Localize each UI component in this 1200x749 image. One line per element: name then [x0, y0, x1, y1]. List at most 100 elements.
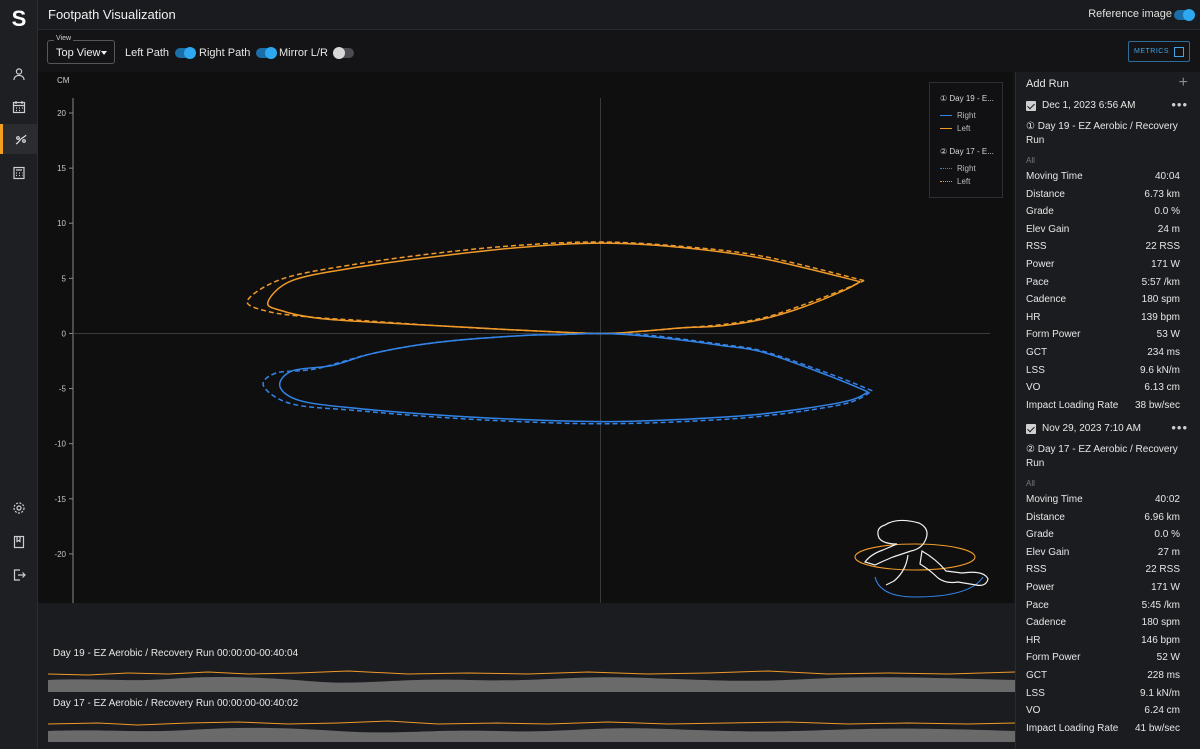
metric-row: Impact Loading Rate 41 bw/sec	[1026, 723, 1180, 740]
run-strip-1[interactable]	[48, 666, 1015, 692]
metric-label: GCT	[1026, 347, 1048, 358]
metric-value: 228 ms	[1147, 670, 1180, 681]
metric-value: 146 bpm	[1141, 634, 1180, 646]
metric-row: RSS 22 RSS	[1026, 564, 1180, 581]
chevron-down-icon	[101, 51, 107, 55]
view-select[interactable]: View Top View	[47, 35, 115, 64]
metric-label: RSS	[1026, 564, 1047, 576]
mirror-toggle[interactable]	[332, 47, 354, 60]
run-strips: Day 19 - EZ Aerobic / Recovery Run 00:00…	[38, 603, 1015, 749]
metric-row: Impact Loading Rate 38 bw/sec	[1026, 400, 1180, 417]
left-path-control: Left Path	[125, 47, 197, 60]
footpath-icon[interactable]	[0, 124, 38, 154]
reference-image-toggle[interactable]	[1174, 9, 1195, 21]
run-1-name: ① Day 19 - EZ Aerobic / Recovery Run	[1026, 121, 1178, 146]
metrics-button[interactable]: METRICS	[1128, 41, 1190, 62]
metric-label: Power	[1026, 259, 1055, 270]
run-2-name: ② Day 17 - EZ Aerobic / Recovery Run	[1026, 444, 1178, 469]
metric-row: RSS 22 RSS	[1026, 241, 1180, 258]
metric-label: Distance	[1026, 511, 1065, 523]
y-tick-label: -5	[59, 385, 67, 394]
metric-value: 180 spm	[1141, 617, 1180, 629]
run-strip-2[interactable]	[48, 716, 1015, 742]
settings-icon[interactable]	[0, 493, 38, 523]
metric-row: Grade 0.0 %	[1026, 206, 1180, 223]
legend-run1-right: Right	[940, 111, 976, 120]
legend-run2-right: Right	[940, 164, 976, 173]
metric-label: Elev Gain	[1026, 223, 1070, 235]
metric-label: Impact Loading Rate	[1026, 722, 1119, 734]
nav-rail: S	[0, 0, 38, 749]
metric-row: LSS 9.1 kN/m	[1026, 688, 1180, 705]
logout-icon[interactable]	[0, 560, 38, 590]
left-path-toggle[interactable]	[175, 47, 197, 60]
metric-row: Distance 6.96 km	[1026, 512, 1180, 529]
metric-value: 6.96 km	[1144, 511, 1180, 523]
metric-row: Cadence 180 spm	[1026, 294, 1180, 311]
y-tick-label: 0	[62, 329, 67, 338]
y-tick-label: -15	[54, 495, 66, 504]
right-path-label: Right Path	[199, 47, 251, 59]
metric-value: 27 m	[1157, 546, 1180, 558]
run-strip-title-2: Day 17 - EZ Aerobic / Recovery Run 00:00…	[53, 698, 299, 709]
view-toolbar: View Top View Left Path Right Path Mirro…	[38, 30, 1200, 72]
user-icon[interactable]	[0, 59, 38, 89]
metric-row: Form Power 53 W	[1026, 329, 1180, 346]
metric-label: LSS	[1026, 687, 1045, 699]
metric-value: 0.0 %	[1154, 206, 1180, 218]
footpath-right-run2	[262, 332, 873, 425]
run-strip-title-1: Day 19 - EZ Aerobic / Recovery Run 00:00…	[53, 648, 299, 659]
page-title: Footpath Visualization	[48, 7, 176, 22]
chart-legend: ① Day 19 - E... Right Left ② Day 17 - E.…	[929, 82, 1003, 198]
metric-value: 6.73 km	[1144, 188, 1180, 200]
metric-label: LSS	[1026, 364, 1045, 376]
metric-row: LSS 9.6 kN/m	[1026, 365, 1180, 382]
metric-row: Elev Gain 24 m	[1026, 224, 1180, 241]
calendar-icon[interactable]	[0, 92, 38, 122]
metric-value: 171 W	[1151, 582, 1180, 593]
legend-run2-left: Left	[940, 177, 970, 186]
book-icon[interactable]	[0, 527, 38, 557]
app-logo[interactable]: S	[0, 4, 38, 34]
run-2-date: Nov 29, 2023 7:10 AM	[1042, 423, 1141, 434]
metric-row: VO 6.24 cm	[1026, 705, 1180, 722]
top-bar: Footpath Visualization Reference image	[38, 0, 1200, 30]
metric-label: HR	[1026, 634, 1041, 646]
metric-label: Grade	[1026, 206, 1054, 218]
footpath-right-run1	[278, 332, 869, 423]
metric-value: 9.6 kN/m	[1139, 364, 1180, 376]
metric-label: Cadence	[1026, 617, 1067, 629]
metric-row: Power 171 W	[1026, 259, 1180, 276]
metric-label: Pace	[1026, 599, 1049, 611]
metric-value: 171 W	[1151, 259, 1180, 270]
add-run-plus-icon[interactable]: +	[1179, 74, 1188, 92]
run-2-more-icon[interactable]: •••	[1171, 420, 1188, 435]
legend-run1-left: Left	[940, 124, 970, 133]
mirror-label: Mirror L/R	[279, 47, 328, 59]
metric-value: 38 bw/sec	[1134, 399, 1180, 411]
metric-value: 41 bw/sec	[1134, 722, 1180, 734]
right-path-toggle[interactable]	[256, 47, 278, 60]
metric-label: Pace	[1026, 276, 1049, 288]
metrics-button-label: METRICS	[1134, 48, 1169, 55]
metric-value: 5:45 /km	[1141, 599, 1180, 611]
run-2-checkbox[interactable]	[1026, 423, 1036, 434]
mirror-control: Mirror L/R	[279, 47, 354, 60]
run-1-checkbox[interactable]	[1026, 100, 1036, 111]
reference-image-label: Reference image	[1088, 8, 1172, 20]
metric-row: Distance 6.73 km	[1026, 189, 1180, 206]
run-1-more-icon[interactable]: •••	[1171, 97, 1188, 112]
y-tick-label: 10	[57, 219, 66, 228]
legend-run1-title: ① Day 19 - E...	[940, 94, 994, 103]
add-run-label: Add Run	[1026, 78, 1069, 90]
y-tick-label: -10	[54, 440, 66, 449]
metric-label: Distance	[1026, 188, 1065, 200]
calculator-icon[interactable]	[0, 158, 38, 188]
y-tick-label: -20	[54, 550, 66, 559]
metric-row: Moving Time 40:02	[1026, 494, 1180, 511]
metric-label: VO	[1026, 705, 1041, 717]
metric-row: Grade 0.0 %	[1026, 529, 1180, 546]
metric-label: HR	[1026, 311, 1041, 323]
metric-row: Cadence 180 spm	[1026, 617, 1180, 634]
metric-value: 6.13 cm	[1144, 382, 1180, 394]
